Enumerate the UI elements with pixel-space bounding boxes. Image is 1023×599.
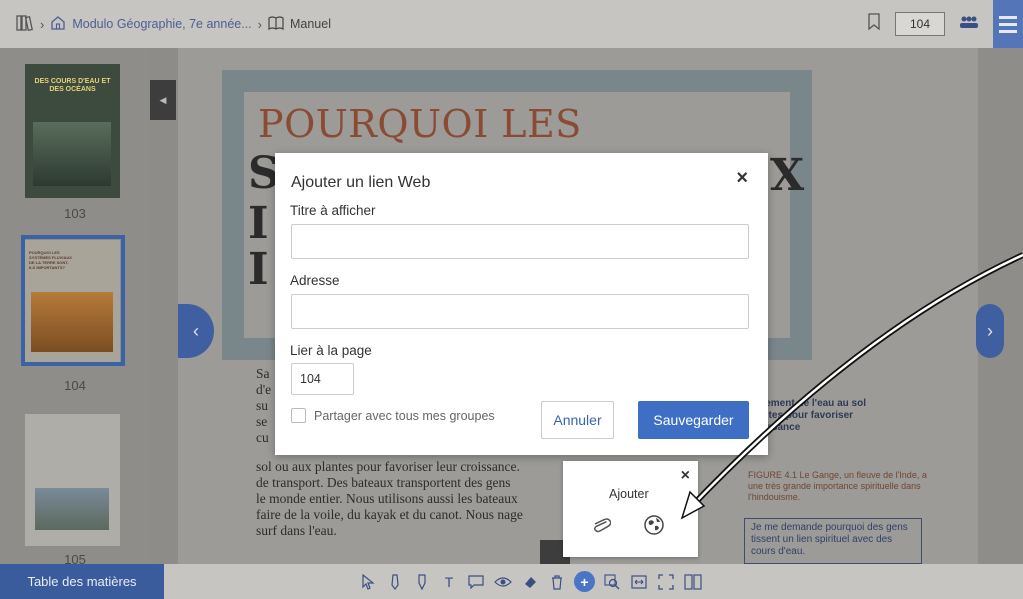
hamburger-menu-icon[interactable]	[993, 0, 1023, 48]
add-icon[interactable]: +	[574, 571, 595, 592]
thumbnail-cover-text: DES COURS D'EAU ET DES OCÉANS	[34, 78, 111, 93]
two-page-icon[interactable]	[683, 571, 703, 593]
dialog-title: Ajouter un lien Web	[291, 174, 431, 191]
zoom-icon[interactable]	[602, 571, 622, 593]
address-field[interactable]	[291, 294, 749, 329]
cover-image	[33, 122, 111, 186]
paperclip-icon[interactable]	[589, 513, 613, 537]
heading-fragment: X	[770, 150, 805, 201]
comment-icon[interactable]	[466, 571, 486, 593]
breadcrumb-current: Manuel	[289, 17, 331, 31]
cancel-button[interactable]: Annuler	[541, 401, 614, 439]
thumbnail-page-103[interactable]: DES COURS D'EAU ET DES OCÉANS	[25, 64, 120, 198]
popover-title: Ajouter	[609, 487, 649, 501]
heading-fragment: I	[248, 198, 269, 249]
page-link-field[interactable]	[291, 363, 354, 395]
share-checkbox[interactable]	[291, 408, 306, 423]
title-field[interactable]	[291, 224, 749, 259]
book-icon	[268, 15, 284, 33]
collapse-panel-button[interactable]: ◀	[150, 80, 176, 120]
page-heading: POURQUOI LES	[258, 102, 582, 146]
top-bar: › Modulo Géographie, 7e année... › Manue…	[0, 0, 1023, 48]
fit-width-icon[interactable]	[629, 571, 649, 593]
bottom-toolbar: Table des matières T +	[0, 564, 1023, 599]
breadcrumb: › Modulo Géographie, 7e année... › Manue…	[0, 14, 331, 34]
add-web-link-dialog: Ajouter un lien Web × Titre à afficher A…	[275, 153, 768, 455]
thumbnail-label: 103	[64, 206, 86, 221]
heading-fragment: I	[248, 244, 269, 295]
selected-thumbnail-frame	[21, 235, 125, 366]
chevron-right-icon: ›	[257, 16, 262, 32]
bookmark-icon[interactable]	[867, 12, 881, 36]
globe-icon[interactable]	[642, 513, 666, 537]
library-icon[interactable]	[16, 14, 34, 34]
address-field-label: Adresse	[290, 273, 340, 288]
title-field-label: Titre à afficher	[290, 203, 376, 218]
highlighter-icon[interactable]	[412, 571, 432, 593]
thumbnail-panel: DES COURS D'EAU ET DES OCÉANS 103 POURQU…	[0, 48, 150, 564]
chevron-right-icon: ›	[40, 16, 45, 32]
aside-line: croissance	[748, 422, 801, 433]
table-of-contents-button[interactable]: Table des matières	[0, 564, 164, 599]
wonder-note: Je me demande pourquoi des gens tissent …	[744, 518, 922, 564]
thumbnail-page-105[interactable]	[25, 414, 120, 546]
text-icon[interactable]: T	[439, 571, 459, 593]
annotation-tools: T +	[358, 564, 703, 599]
share-label: Partager avec tous mes groupes	[314, 408, 495, 423]
trash-icon[interactable]	[547, 571, 567, 593]
share-option: Partager avec tous mes groupes	[291, 408, 495, 423]
save-button[interactable]: Sauvegarder	[638, 401, 749, 439]
thumbnail-label: 105	[64, 552, 86, 564]
thumbnail-label: 104	[64, 378, 86, 393]
page-number-box[interactable]: 104	[895, 12, 945, 36]
add-popover: Ajouter ×	[563, 461, 698, 557]
fullscreen-icon[interactable]	[656, 571, 676, 593]
eye-icon[interactable]	[493, 571, 513, 593]
aside-line: plantes pour favoriser	[748, 410, 854, 421]
pen-icon[interactable]	[385, 571, 405, 593]
home-icon[interactable]	[50, 15, 66, 33]
figure-caption: FIGURE 4.1 Le Gange, un fleuve de l'Inde…	[748, 470, 927, 502]
breadcrumb-course-link[interactable]: Modulo Géographie, 7e année...	[72, 17, 251, 31]
aside-note: ficilement de l'eau au sol plantes pour …	[748, 398, 923, 434]
cursor-icon[interactable]	[358, 571, 378, 593]
eraser-icon[interactable]	[520, 571, 540, 593]
close-icon[interactable]: ×	[736, 167, 748, 190]
aside-line: ficilement de l'eau au sol	[748, 398, 866, 409]
next-page-button[interactable]: ›	[976, 304, 1004, 358]
top-bar-actions: 104	[867, 0, 1023, 48]
page-image	[35, 488, 109, 530]
close-icon[interactable]: ×	[681, 467, 690, 485]
groups-icon[interactable]	[959, 15, 979, 34]
page-link-label: Lier à la page	[290, 343, 372, 358]
